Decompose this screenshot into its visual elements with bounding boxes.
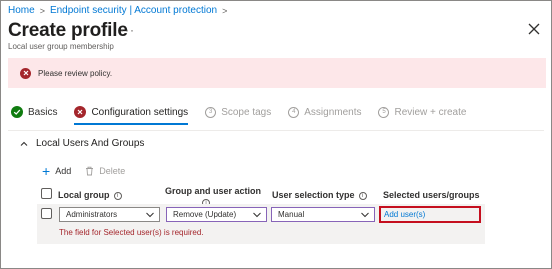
breadcrumb: Home > Endpoint security | Account prote… bbox=[8, 5, 227, 16]
add-label: Add bbox=[55, 166, 72, 176]
plus-icon: + bbox=[42, 163, 51, 179]
add-button[interactable]: + Add bbox=[42, 163, 72, 179]
tab-review-create[interactable]: 5 Review + create bbox=[378, 103, 466, 121]
tab-configuration-settings[interactable]: Configuration settings bbox=[74, 103, 189, 125]
tab-scope-tags[interactable]: 3 Scope tags bbox=[205, 103, 271, 121]
chevron-right-icon: > bbox=[39, 5, 45, 16]
trash-icon bbox=[86, 166, 94, 176]
breadcrumb-endpoint-security[interactable]: Endpoint security | Account protection bbox=[50, 5, 217, 16]
user-selection-type-dropdown[interactable]: Manual bbox=[271, 207, 375, 222]
tab-label: Basics bbox=[28, 106, 58, 118]
wizard-tabs: Basics Configuration settings 3 Scope ta… bbox=[11, 103, 483, 125]
tab-label: Configuration settings bbox=[91, 106, 189, 118]
tab-assignments[interactable]: 4 Assignments bbox=[288, 103, 361, 121]
column-header-selected-users-groups: Selected users/groups bbox=[383, 190, 480, 200]
section-toggle[interactable]: Local Users And Groups bbox=[20, 138, 144, 149]
page-title: Create profile bbox=[8, 20, 128, 41]
tab-label: Scope tags bbox=[221, 106, 272, 118]
info-icon[interactable]: i bbox=[358, 191, 367, 200]
column-header-label: Group and user action bbox=[165, 186, 262, 196]
more-options-button[interactable]: ··· bbox=[120, 23, 135, 37]
column-header-label: User selection type bbox=[272, 190, 355, 200]
row-checkbox[interactable] bbox=[41, 208, 52, 219]
local-group-dropdown[interactable]: Administrators bbox=[59, 207, 160, 222]
error-banner: Please review policy. bbox=[8, 58, 546, 88]
step-number-icon: 3 bbox=[205, 106, 217, 118]
delete-button[interactable]: Delete bbox=[85, 166, 125, 176]
checkmark-icon bbox=[11, 106, 23, 118]
error-icon bbox=[20, 67, 31, 79]
toolbar: + Add Delete bbox=[42, 163, 125, 179]
breadcrumb-home[interactable]: Home bbox=[8, 5, 35, 16]
step-number-icon: 4 bbox=[288, 106, 300, 118]
chevron-right-icon: > bbox=[222, 5, 228, 16]
local-group-value: Administrators bbox=[66, 210, 118, 219]
divider bbox=[8, 130, 544, 131]
column-header-label: Local group bbox=[58, 190, 110, 200]
select-all-checkbox[interactable] bbox=[41, 188, 52, 199]
column-header-local-group: Local group i bbox=[58, 190, 122, 200]
validation-error: The field for Selected user(s) is requir… bbox=[59, 228, 204, 237]
error-icon bbox=[74, 106, 87, 118]
error-banner-message: Please review policy. bbox=[38, 68, 113, 78]
column-header-user-selection-type: User selection type i bbox=[272, 190, 367, 200]
tab-label: Review + create bbox=[394, 106, 467, 118]
close-icon[interactable] bbox=[528, 23, 540, 35]
chevron-down-icon bbox=[361, 212, 369, 218]
action-value: Remove (Update) bbox=[173, 210, 237, 219]
group-user-action-dropdown[interactable]: Remove (Update) bbox=[166, 207, 267, 222]
selection-type-value: Manual bbox=[278, 210, 305, 219]
tab-basics[interactable]: Basics bbox=[11, 103, 57, 121]
chevron-down-icon bbox=[146, 212, 154, 218]
chevron-up-icon bbox=[20, 141, 28, 146]
page-subtitle: Local user group membership bbox=[8, 42, 114, 51]
add-users-link[interactable]: Add user(s) bbox=[379, 206, 481, 223]
info-icon[interactable]: i bbox=[113, 191, 122, 200]
step-number-icon: 5 bbox=[378, 106, 390, 118]
chevron-down-icon bbox=[253, 212, 261, 218]
section-title: Local Users And Groups bbox=[36, 138, 145, 149]
tab-label: Assignments bbox=[304, 106, 362, 118]
delete-label: Delete bbox=[99, 166, 126, 176]
